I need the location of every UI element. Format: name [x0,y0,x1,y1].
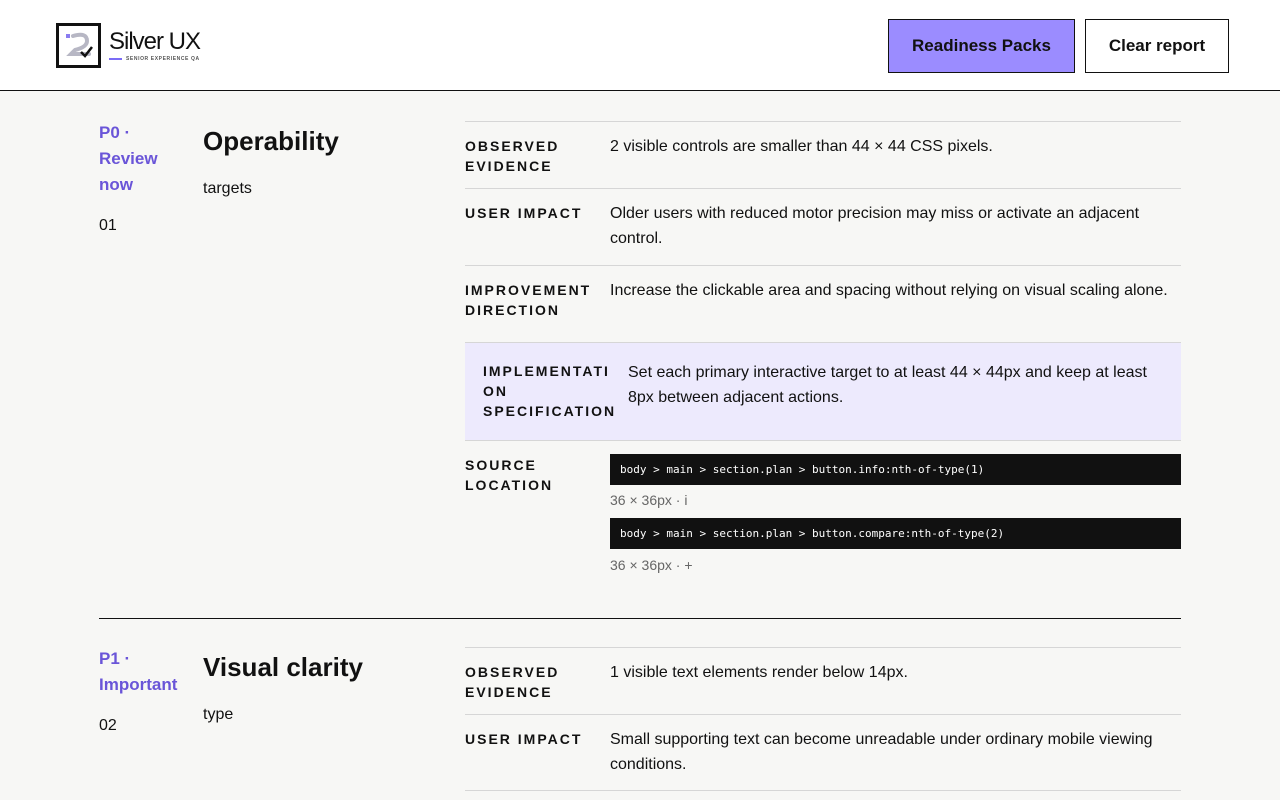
source-meta: 36 × 36px · i [610,492,688,508]
row-label: OBSERVED EVIDENCE [465,138,560,174]
logo-mark-icon [56,23,101,68]
observed-evidence-text: 2 visible controls are smaller than 44 ×… [610,138,993,155]
priority-line: Review [99,149,158,168]
priority-line: now [99,175,133,194]
issue-title: Operability [203,126,339,156]
issue-title: Visual clarity [203,652,363,682]
top-header: Silver UX SENIOR EXPERIENCE QA Readiness… [0,0,1280,91]
observed-evidence-row: OBSERVED EVIDENCE 2 visible controls are … [465,121,1181,188]
row-label: USER IMPACT [465,731,583,747]
priority-label: P0 · Review now [99,120,199,198]
issue-number: 02 [99,717,117,734]
clear-report-button[interactable]: Clear report [1085,19,1229,73]
improvement-direction-row: IMPROVEMENT DIRECTION Increase the clicka… [465,265,1181,342]
priority-line: Important [99,675,178,694]
improvement-direction-text: Increase the clickable area and spacing … [610,282,1168,299]
source-selector[interactable]: body > main > section.plan > button.comp… [610,518,1181,549]
logo[interactable]: Silver UX SENIOR EXPERIENCE QA [56,23,201,68]
row-label: SOURCE LOCATION [465,457,554,493]
row-label: USER IMPACT [465,205,583,221]
logo-name: Silver UX [109,28,201,55]
observed-evidence-text: 1 visible text elements render below 14p… [610,664,908,681]
implementation-specification-row: IMPLEMENTATI ON SPECIFICATION Set each pri… [465,342,1181,440]
row-label: OBSERVED EVIDENCE [465,664,560,700]
priority-line: P0 · [99,123,131,142]
row-label: IMPLEMENTATI ON SPECIFICATION [483,363,617,419]
user-impact-text: Small supporting text can become unreada… [610,731,1153,773]
issue-tag: targets [203,180,252,197]
logo-dash [109,58,122,60]
readiness-packs-button[interactable]: Readiness Packs [888,19,1075,73]
user-impact-row: USER IMPACT Older users with reduced mot… [465,188,1181,265]
user-impact-text: Older users with reduced motor precision… [610,205,1140,247]
issue-tag: type [203,706,234,723]
implementation-specification-text: Set each primary interactive target to a… [628,364,1147,406]
row-label: IMPROVEMENT DIRECTION [465,282,592,318]
logo-tagline: SENIOR EXPERIENCE QA [126,56,200,62]
priority-line: P1 · [99,649,131,668]
priority-label: P1 · Important [99,646,199,698]
observed-evidence-row: OBSERVED EVIDENCE 1 visible text elements… [465,647,1181,714]
section-divider [99,618,1181,619]
source-meta: 36 × 36px · + [610,557,693,573]
issue-number: 01 [99,217,117,234]
source-selector[interactable]: body > main > section.plan > button.info… [610,454,1181,485]
user-impact-row: USER IMPACT Small supporting text can be… [465,714,1181,791]
